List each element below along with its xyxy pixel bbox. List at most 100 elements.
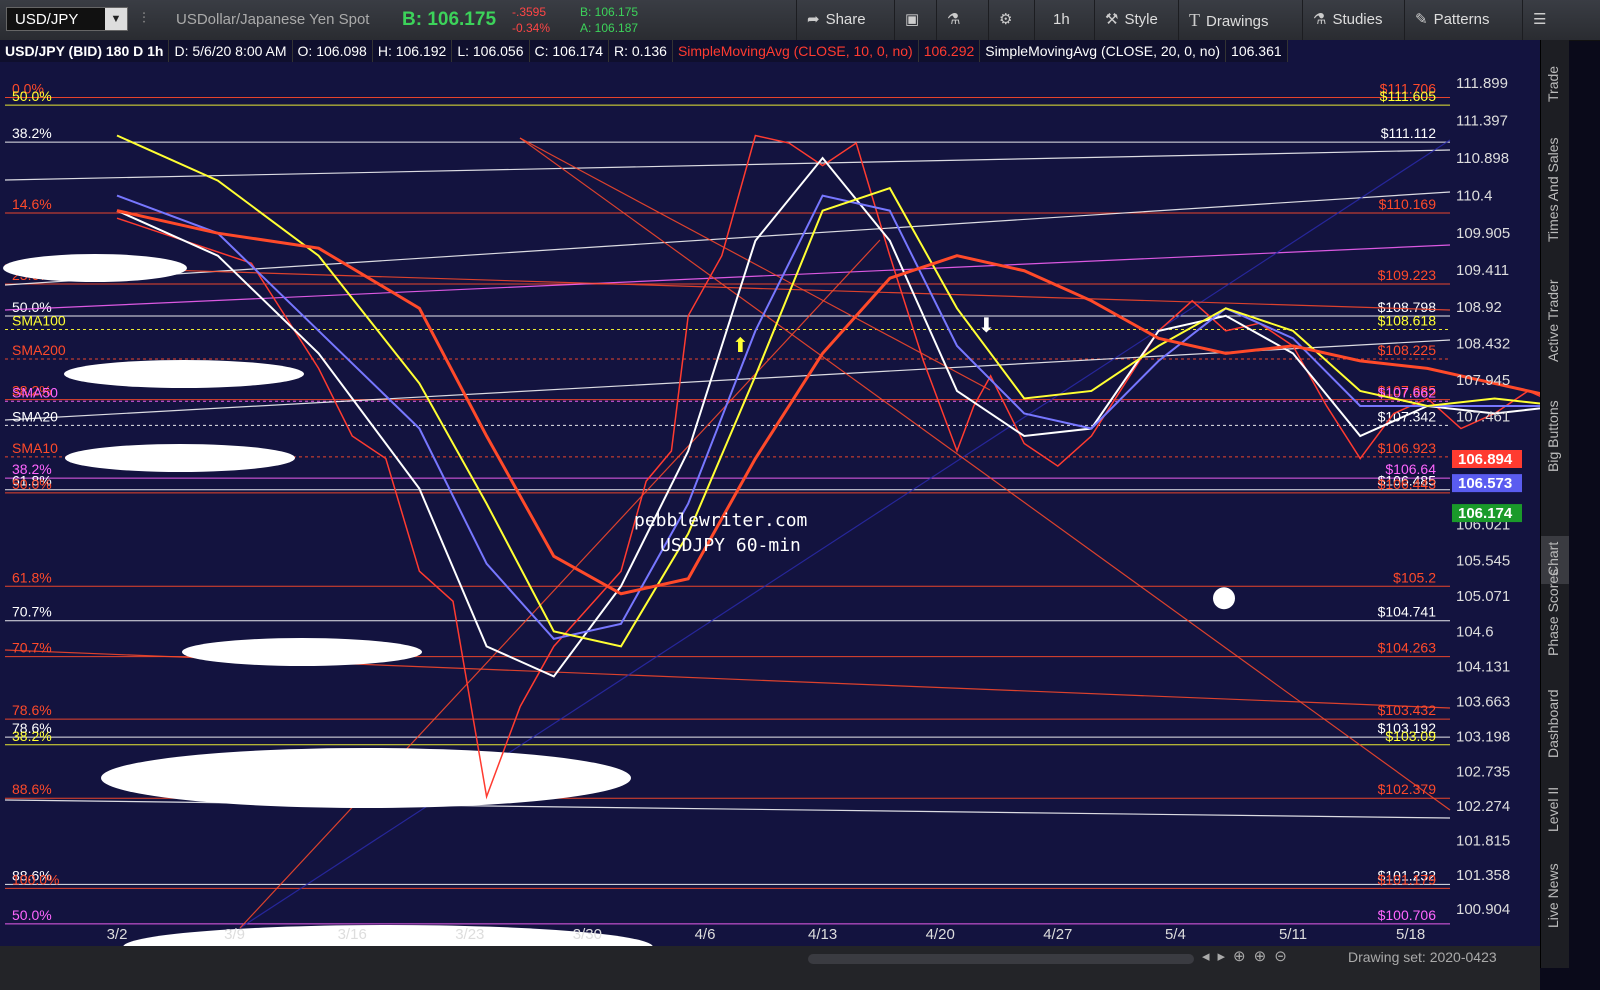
studies-label: Studies: [1332, 11, 1383, 28]
fib-level-label: SMA50: [12, 384, 58, 400]
y-tick-label: 107.945: [1456, 372, 1510, 389]
screenshot-button[interactable]: ▣: [894, 0, 936, 40]
price-chart[interactable]: $111.7060.0% $111.60550.0%$111.11238.2%$1…: [0, 40, 1540, 968]
patterns-button[interactable]: ✎ Patterns: [1404, 0, 1522, 40]
price-level-label: $106.443: [1378, 476, 1437, 492]
price-level-label: $111.605: [1380, 88, 1437, 104]
menu-button[interactable]: ☰: [1522, 0, 1568, 40]
patterns-label: Patterns: [1433, 11, 1490, 28]
share-button[interactable]: ➦ Share: [796, 0, 894, 40]
bid-small: B: 106.175: [580, 5, 639, 19]
highlight-ellipse: [3, 254, 187, 282]
time-scrollbar[interactable]: [808, 954, 1194, 964]
chart-area[interactable]: $111.706 0.0% $111.605 50.0% $111.112 38.2% $1…: [0, 40, 1540, 968]
tab-dashboard-label: Dashboard: [1545, 689, 1561, 759]
style-label: Style: [1124, 11, 1158, 28]
y-tick-label: 111.397: [1456, 113, 1508, 130]
fib-level-label: 70.7%: [12, 640, 52, 656]
x-tick-label: 4/6: [695, 926, 716, 943]
fib-level-label: 38.2%: [12, 125, 52, 141]
style-icon: ⚒: [1105, 11, 1119, 28]
price-level-label: $109.223: [1378, 267, 1437, 283]
highlight-ellipse: [65, 444, 295, 472]
bottom-bar: ◂▸⊕⊕⊝ Drawing set: 2020-0423: [0, 946, 1540, 990]
share-label: Share: [825, 11, 866, 28]
fib-level-label: 50.0%: [12, 907, 52, 923]
x-tick-label: 4/13: [808, 926, 837, 943]
watermark-title: USDJPY 60-min: [660, 535, 801, 556]
watermark-site: pebblewriter.com: [634, 510, 808, 531]
y-tick-label: 109.411: [1456, 262, 1509, 279]
tab-live-news-label: Live News: [1545, 863, 1561, 928]
fib-level-label: 50.0%: [12, 88, 52, 104]
price-marker-label: 106.894: [1458, 451, 1513, 468]
timeframe-label: 1h: [1053, 11, 1070, 28]
x-tick-label: 4/27: [1043, 926, 1072, 943]
fib-level-label: 14.6%: [12, 196, 52, 212]
y-tick-label: 101.358: [1456, 867, 1510, 884]
series-sma10: [116, 156, 1540, 678]
price-level-label: $110.169: [1379, 196, 1437, 212]
y-tick-label: 110.4: [1456, 188, 1492, 205]
trend-line: [519, 137, 1451, 811]
y-tick-label: 110.898: [1456, 150, 1509, 167]
right-sidebar: Trade Times And Sales Active Trader Big …: [1540, 40, 1569, 968]
flask-icon: ⚗: [947, 11, 961, 28]
x-tick-label: 5/4: [1165, 926, 1186, 943]
link-icon[interactable]: ⫶: [142, 10, 146, 27]
y-tick-label: 105.545: [1456, 552, 1510, 569]
drawings-label: Drawings: [1206, 13, 1269, 30]
price-level-label: $104.741: [1378, 604, 1437, 620]
x-tick-label: 3/9: [224, 926, 245, 943]
change-percent: -0.34%: [512, 21, 551, 35]
flask-button[interactable]: ⚗: [936, 0, 988, 40]
menu-icon: ☰: [1533, 11, 1547, 28]
trend-line: [4, 191, 1451, 286]
zoom-controls[interactable]: ◂▸⊕⊕⊝: [1202, 946, 1295, 968]
ask-small: A: 106.187: [580, 21, 639, 35]
settings-button[interactable]: ⚙: [988, 0, 1034, 40]
fib-level-label: SMA10: [12, 440, 58, 456]
fib-level-label: 50.0%: [12, 476, 52, 492]
studies-button[interactable]: ⚗ Studies: [1302, 0, 1404, 40]
down-arrow-icon: ⬇: [978, 313, 995, 337]
price-level-label: $105.2: [1393, 569, 1436, 585]
fib-level-label: SMA20: [12, 408, 58, 424]
sma10-label[interactable]: SimpleMovingAvg (CLOSE, 10, 0, no): [672, 40, 919, 62]
y-tick-label: 107.461: [1456, 408, 1510, 425]
x-tick-label: 5/18: [1396, 926, 1425, 943]
trend-line: [4, 244, 1451, 311]
y-tick-label: 108.92: [1456, 299, 1502, 316]
camera-icon: ▣: [905, 11, 920, 28]
sma20-label[interactable]: SimpleMovingAvg (CLOSE, 20, 0, no): [980, 40, 1227, 62]
chevron-down-icon[interactable]: ▼: [105, 8, 127, 30]
tab-trade-label: Trade: [1545, 65, 1561, 102]
change-absolute: -.3595: [512, 5, 547, 19]
price-level-label: $103.432: [1378, 702, 1437, 718]
header-low: L: 106.056: [452, 40, 530, 62]
header-range: R: 0.136: [609, 40, 673, 62]
timeframe-button[interactable]: 1h: [1034, 0, 1094, 40]
up-arrow-icon: ⬆: [732, 333, 749, 357]
fib-level-label: 100.0%: [12, 871, 59, 887]
price-marker-label: 106.174: [1458, 505, 1513, 522]
x-tick-label: 3/16: [338, 926, 367, 943]
sma20-value: 106.361: [1226, 40, 1288, 62]
tab-level-ii-label: Level II: [1545, 786, 1561, 832]
x-tick-label: 3/30: [573, 926, 602, 943]
drawings-button[interactable]: T Drawings: [1178, 0, 1302, 40]
y-tick-label: 104.131: [1456, 659, 1510, 676]
bid-price: B: 106.175: [402, 9, 497, 30]
highlight-ellipse: [182, 638, 422, 666]
price-level-label: $102.379: [1378, 781, 1437, 797]
trend-line: [4, 149, 1451, 181]
series-sma20: [116, 194, 1540, 640]
highlight-ellipse: [64, 360, 304, 388]
flask-icon: ⚗: [1313, 11, 1327, 28]
y-tick-label: 100.904: [1456, 901, 1510, 918]
style-button[interactable]: ⚒ Style: [1094, 0, 1178, 40]
chart-title: USD/JPY (BID) 180 D 1h: [0, 40, 170, 62]
fib-level-label: SMA200: [12, 342, 66, 358]
symbol-selector[interactable]: USD/JPY ▼: [6, 7, 128, 31]
symbol-description: USDollar/Japanese Yen Spot: [176, 11, 370, 28]
